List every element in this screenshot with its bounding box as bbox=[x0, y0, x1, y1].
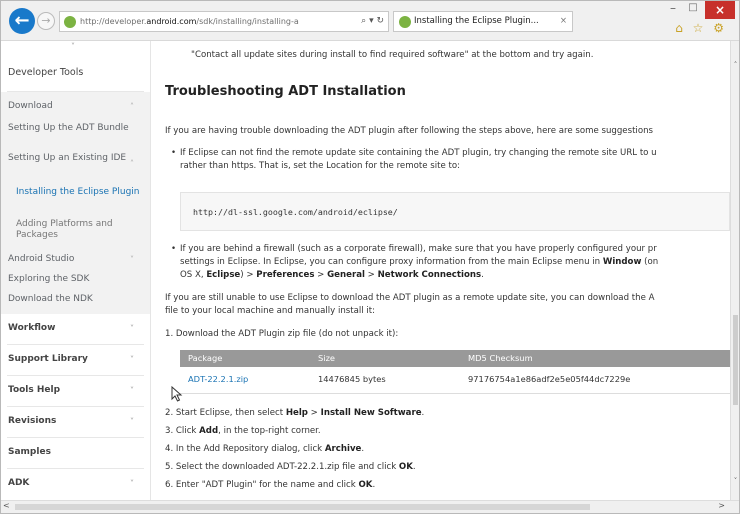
paragraph-2-line2: file to your local machine and manually … bbox=[165, 306, 376, 316]
forward-arrow-icon: → bbox=[41, 14, 51, 27]
sidebar-item-label: Revisions bbox=[8, 416, 57, 426]
url-suffix: /sdk/installing/installing-a bbox=[196, 17, 299, 26]
table-cell-size: 14476845 bytes bbox=[310, 367, 460, 394]
step-1: 1. Download the ADT Plugin zip file (do … bbox=[165, 329, 399, 339]
sidebar-scroll-up-chevron-icon[interactable]: ˅ bbox=[1, 41, 150, 57]
vertical-scroll-thumb[interactable] bbox=[733, 315, 738, 405]
close-window-button[interactable]: × bbox=[705, 1, 735, 19]
step-2: 2. Start Eclipse, then select Help > Ins… bbox=[165, 408, 425, 418]
sidebar-item-label: Support Library bbox=[8, 354, 88, 364]
address-bar[interactable]: http://developer.android.com/sdk/install… bbox=[59, 11, 389, 32]
url-prefix: http://developer. bbox=[80, 17, 147, 26]
sidebar-item-download[interactable]: Download ˄ bbox=[1, 92, 150, 120]
bullet-dot: • bbox=[171, 244, 177, 254]
chevron-down-icon: ˅ bbox=[130, 479, 134, 488]
step-6: 6. Enter "ADT Plugin" for the name and c… bbox=[165, 480, 376, 490]
main-content: "Contact all update sites during install… bbox=[153, 41, 730, 501]
bullet1-line1: If Eclipse can not find the remote updat… bbox=[180, 148, 657, 158]
minimize-button[interactable]: – bbox=[665, 2, 681, 15]
chevron-down-icon: ˅ bbox=[130, 324, 134, 333]
chevron-up-icon: ˄ bbox=[130, 102, 134, 111]
sidebar-item-installing-eclipse-plugin[interactable]: Installing the Eclipse Plugin bbox=[1, 184, 150, 216]
mouse-pointer-icon bbox=[171, 386, 183, 402]
chevron-down-icon: ˅ bbox=[130, 386, 134, 395]
home-favorites-settings-icons[interactable]: ⌂ ☆ ⚙ bbox=[675, 21, 727, 35]
step-5: 5. Select the downloaded ADT-22.2.1.zip … bbox=[165, 462, 416, 472]
back-arrow-icon: ← bbox=[14, 10, 30, 31]
page-heading: Troubleshooting ADT Installation bbox=[165, 84, 406, 99]
sidebar-item-revisions[interactable]: Revisions ˅ bbox=[1, 407, 150, 437]
column-header-size: Size bbox=[310, 350, 460, 367]
step-3: 3. Click Add, in the top-right corner. bbox=[165, 426, 321, 436]
tab-title: Installing the Eclipse Plugin... bbox=[414, 16, 539, 26]
browser-toolbar: ← → http://developer.android.com/sdk/ins… bbox=[1, 1, 739, 41]
sidebar-item-label: Tools Help bbox=[8, 385, 61, 395]
bullet2-line1: If you are behind a firewall (such as a … bbox=[180, 244, 657, 254]
sidebar-item-exploring-sdk[interactable]: Exploring the SDK bbox=[1, 270, 150, 290]
sidebar-item-download-ndk[interactable]: Download the NDK bbox=[1, 290, 150, 314]
sidebar-item-adk[interactable]: ADK ˅ bbox=[1, 469, 150, 499]
sidebar-item-tools-help[interactable]: Tools Help ˅ bbox=[1, 376, 150, 406]
adt-zip-download-link[interactable]: ADT-22.2.1.zip bbox=[180, 367, 310, 394]
url-domain: android.com bbox=[146, 17, 197, 26]
scroll-left-arrow-icon[interactable]: < bbox=[3, 501, 10, 510]
chevron-up-icon: ˄ bbox=[130, 159, 134, 168]
address-tools-icons[interactable]: ⌕ ▾ ↻ bbox=[361, 12, 384, 31]
chevron-down-icon: ˅ bbox=[130, 355, 134, 364]
scroll-right-arrow-icon[interactable]: > bbox=[718, 501, 725, 510]
vertical-scrollbar[interactable]: ˄ ˅ bbox=[730, 41, 739, 501]
sidebar-item-label: ADK bbox=[8, 478, 30, 488]
top-partial-text: "Contact all update sites during install… bbox=[191, 50, 594, 60]
column-header-package: Package bbox=[180, 350, 310, 367]
chevron-down-icon: ˅ bbox=[130, 417, 134, 426]
bullet2-line2: settings in Eclipse. In Eclipse, you can… bbox=[180, 257, 659, 267]
tab-installing-eclipse-plugin[interactable]: Installing the Eclipse Plugin... × bbox=[393, 11, 573, 32]
sidebar-nav: ˅ Developer Tools Download ˄ Setting Up … bbox=[1, 41, 151, 501]
bullet-dot: • bbox=[171, 148, 177, 158]
site-favicon-icon bbox=[64, 16, 76, 28]
bullet2-line3: OS X, Eclipse) > Preferences > General >… bbox=[180, 270, 484, 280]
sidebar-item-setting-up-existing-ide[interactable]: Setting Up an Existing IDE ˄ bbox=[1, 150, 150, 184]
browser-window: ← → http://developer.android.com/sdk/ins… bbox=[0, 0, 740, 514]
sidebar-item-workflow[interactable]: Workflow ˅ bbox=[1, 314, 150, 344]
tab-favicon-icon bbox=[399, 16, 411, 28]
sidebar-item-support-library[interactable]: Support Library ˅ bbox=[1, 345, 150, 375]
sidebar-group-download: Download ˄ Setting Up the ADT Bundle Set… bbox=[1, 92, 150, 314]
bullet1-line2: rather than https. That is, set the Loca… bbox=[180, 161, 460, 171]
horizontal-scroll-thumb[interactable] bbox=[15, 504, 590, 510]
sidebar-item-label: Download bbox=[8, 101, 53, 111]
sidebar-item-adding-platforms[interactable]: Adding Platforms and Packages bbox=[1, 216, 150, 250]
table-header-row: Package Size MD5 Checksum bbox=[180, 350, 730, 367]
table-row: ADT-22.2.1.zip 14476845 bytes 97176754a1… bbox=[180, 367, 730, 394]
paragraph-2-line1: If you are still unable to use Eclipse t… bbox=[165, 293, 655, 303]
sidebar-item-label: Android Studio bbox=[8, 254, 75, 264]
forward-button[interactable]: → bbox=[37, 12, 55, 30]
scroll-down-arrow-icon[interactable]: ˅ bbox=[731, 477, 740, 485]
sidebar-item-label: Workflow bbox=[8, 323, 56, 333]
code-block: http://dl-ssl.google.com/android/eclipse… bbox=[180, 192, 730, 231]
horizontal-scrollbar[interactable]: < > bbox=[1, 500, 739, 513]
step-4: 4. In the Add Repository dialog, click A… bbox=[165, 444, 365, 454]
table-cell-md5: 97176754a1e86adf2e5e05f44dc7229e bbox=[460, 367, 730, 394]
tab-close-icon[interactable]: × bbox=[560, 12, 567, 31]
sidebar-item-label: Setting Up an Existing IDE bbox=[8, 153, 127, 163]
intro-paragraph: If you are having trouble downloading th… bbox=[165, 126, 654, 136]
sidebar-item-samples[interactable]: Samples bbox=[1, 438, 150, 468]
sidebar-item-setting-up-adt-bundle[interactable]: Setting Up the ADT Bundle bbox=[1, 120, 150, 150]
back-button[interactable]: ← bbox=[9, 8, 35, 34]
chevron-down-icon: ˅ bbox=[130, 255, 134, 264]
package-table: Package Size MD5 Checksum ADT-22.2.1.zip… bbox=[180, 350, 730, 394]
scroll-up-arrow-icon[interactable]: ˄ bbox=[731, 61, 740, 69]
maximize-button[interactable]: □ bbox=[685, 3, 701, 15]
sidebar-item-android-studio[interactable]: Android Studio ˅ bbox=[1, 250, 150, 270]
column-header-md5: MD5 Checksum bbox=[460, 350, 730, 367]
sidebar-item-developer-tools[interactable]: Developer Tools bbox=[1, 57, 150, 91]
